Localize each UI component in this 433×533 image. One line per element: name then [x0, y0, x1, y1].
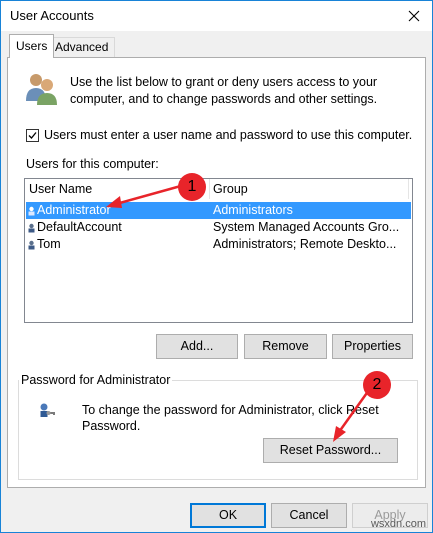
user-key-icon — [38, 402, 56, 423]
require-login-label: Users must enter a user name and passwor… — [44, 128, 413, 142]
row-group: Administrators — [213, 203, 293, 217]
column-group[interactable]: Group — [213, 182, 248, 196]
require-login-row: Users must enter a user name and passwor… — [26, 128, 412, 142]
cancel-button[interactable]: Cancel — [271, 503, 347, 528]
row-group: System Managed Accounts Gro... — [213, 220, 400, 234]
users-list[interactable]: User Name Group Administrator Administra… — [24, 178, 413, 323]
user-icon — [28, 222, 36, 236]
add-user-button[interactable]: Add... — [156, 334, 238, 359]
require-login-checkbox[interactable] — [26, 128, 39, 142]
tab-users[interactable]: Users — [9, 34, 55, 58]
properties-button[interactable]: Properties — [332, 334, 413, 359]
table-row[interactable]: Administrator Administrators — [26, 202, 411, 219]
close-icon[interactable] — [396, 1, 432, 31]
column-divider[interactable] — [408, 179, 409, 199]
callout-badge-2: 2 — [363, 371, 391, 399]
tab-advanced-label: Advanced — [55, 40, 109, 54]
tab-advanced[interactable]: Advanced — [48, 37, 116, 57]
ok-button[interactable]: OK — [190, 503, 266, 528]
user-icon — [28, 239, 36, 253]
row-user-name: Tom — [37, 237, 61, 251]
list-header: User Name Group — [25, 179, 412, 199]
row-user-name: DefaultAccount — [37, 220, 122, 234]
remove-user-button[interactable]: Remove — [244, 334, 327, 359]
password-group-label: Password for Administrator — [19, 373, 173, 387]
users-tab-panel: Use the list below to grant or deny user… — [7, 57, 426, 488]
table-row[interactable]: Tom Administrators; Remote Deskto... — [26, 236, 411, 253]
tab-strip: Users Advanced — [1, 31, 432, 58]
table-row[interactable]: DefaultAccount System Managed Accounts G… — [26, 219, 411, 236]
row-group: Administrators; Remote Deskto... — [213, 237, 397, 251]
title-bar: User Accounts — [1, 1, 432, 31]
user-icon — [28, 205, 36, 219]
window-title: User Accounts — [10, 8, 94, 23]
tab-users-label: Users — [16, 39, 48, 53]
intro-text: Use the list below to grant or deny user… — [70, 75, 378, 106]
watermark: wsxdn.com — [370, 518, 426, 530]
user-accounts-dialog: User Accounts Users Advanced Use the lis… — [0, 0, 433, 533]
column-divider[interactable] — [209, 179, 210, 199]
callout-badge-1: 1 — [178, 173, 206, 201]
users-icon — [24, 71, 58, 108]
checkmark-icon — [28, 131, 37, 139]
column-user-name[interactable]: User Name — [29, 182, 92, 196]
